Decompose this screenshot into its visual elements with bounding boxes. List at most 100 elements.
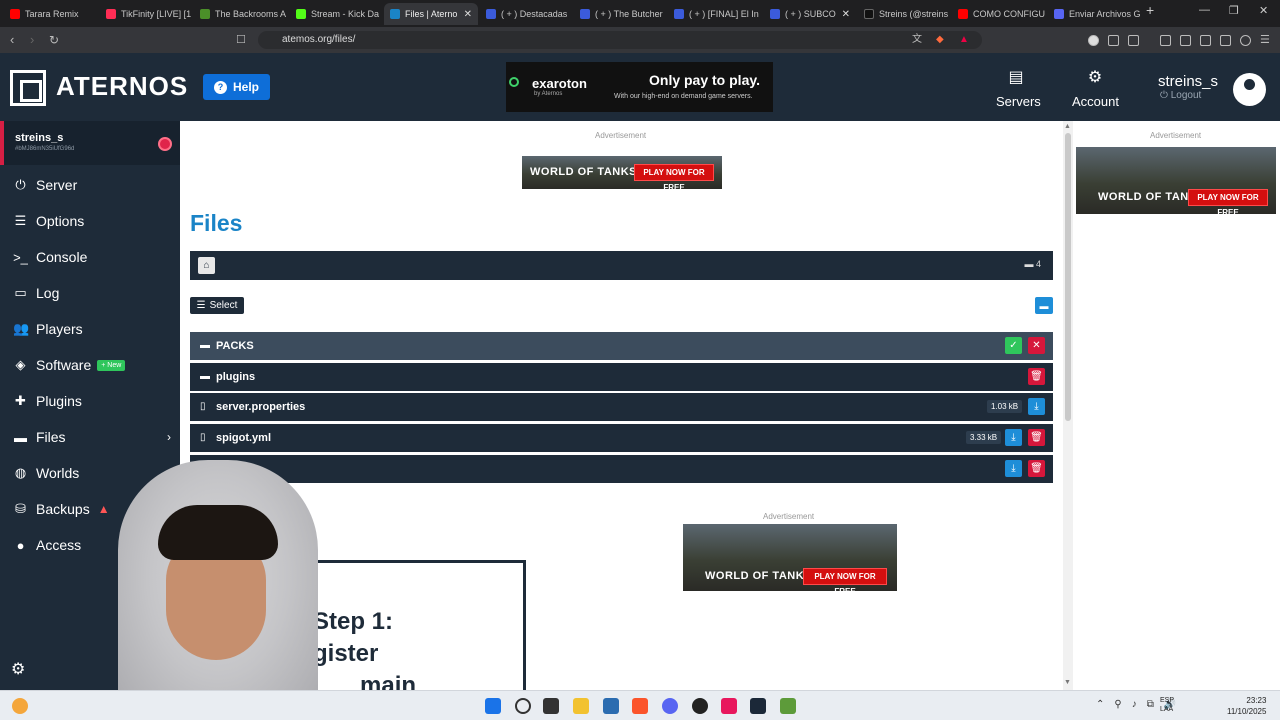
server-header[interactable]: streins_s #bMJ86mN35iUfG96d bbox=[0, 121, 180, 165]
avatar[interactable] bbox=[1233, 73, 1266, 106]
browser-tab[interactable]: Enviar Archivos G bbox=[1048, 3, 1140, 25]
sidebar-item-console[interactable]: >_ Console bbox=[0, 239, 180, 275]
language-indicator[interactable]: ESP LAA bbox=[1160, 696, 1174, 714]
browser-tab[interactable]: ( + ) [FINAL] El In bbox=[668, 3, 760, 25]
search-icon[interactable] bbox=[515, 698, 531, 714]
wot-logo: WORLD OF TANKS bbox=[705, 570, 813, 582]
world-of-tanks-ad[interactable]: WORLD OF TANKS PLAY NOW FOR FREE bbox=[522, 156, 722, 189]
menu-icon[interactable]: ☰ bbox=[1260, 32, 1270, 48]
servers-nav[interactable]: ▤ Servers bbox=[996, 68, 1041, 109]
vpn-icon[interactable] bbox=[1240, 35, 1251, 46]
file-name[interactable]: plugins bbox=[216, 371, 255, 383]
gear-icon[interactable]: ⚙ bbox=[11, 659, 25, 679]
extension-icon[interactable] bbox=[1128, 35, 1139, 46]
store-icon[interactable] bbox=[603, 698, 619, 714]
obs-icon[interactable] bbox=[692, 698, 708, 714]
sidebar-item-plugins[interactable]: ✚ Plugins bbox=[0, 383, 180, 419]
new-folder-button[interactable]: ▬ bbox=[1035, 297, 1053, 314]
sidebar-item-server[interactable]: ⏻ Server bbox=[0, 167, 180, 203]
browser-tab[interactable]: Streins (@streins bbox=[858, 3, 950, 25]
exaroton-banner-ad[interactable]: exaroton by Aternos Only pay to play. Wit… bbox=[506, 62, 773, 112]
site-icon bbox=[580, 9, 590, 19]
browser-tab[interactable]: Tarara Remix bbox=[4, 3, 100, 25]
restore-button[interactable]: ❐ bbox=[1229, 4, 1239, 17]
browser-tab-active[interactable]: Files | Aterno ✕ bbox=[384, 3, 478, 25]
scroll-up-icon[interactable]: ▲ bbox=[1064, 123, 1071, 130]
brave-icon[interactable] bbox=[632, 698, 648, 714]
world-of-tanks-ad[interactable]: WORLD OF TANKS PLAY NOW FOR FREE bbox=[683, 524, 897, 591]
file-row-spigot-yml[interactable]: ▯ spigot.yml 3.33 kB ⤓ 🗑 bbox=[190, 424, 1053, 452]
sidebar-item-players[interactable]: 👥 Players bbox=[0, 311, 180, 347]
site-header: ATERNOS ? Help exaroton by Aternos Only pa… bbox=[0, 53, 1280, 121]
server-name: streins_s bbox=[15, 132, 64, 144]
discord-icon[interactable] bbox=[662, 698, 678, 714]
file-row-packs[interactable]: ▬ PACKS ✓ ✕ bbox=[190, 332, 1053, 360]
brave-shield-icon[interactable]: ◆ bbox=[936, 32, 944, 48]
browser-tab[interactable]: ( + ) Destacadas bbox=[480, 3, 572, 25]
download-button[interactable]: ⤓ bbox=[1005, 429, 1022, 446]
browser-tab[interactable]: ( + ) SUBCO ✕ bbox=[764, 3, 856, 25]
sidebar-item-options[interactable]: ☰ Options bbox=[0, 203, 180, 239]
forward-button[interactable]: › bbox=[30, 32, 34, 48]
site-icon bbox=[674, 9, 684, 19]
brave-rewards-icon[interactable]: ▲ bbox=[959, 32, 969, 48]
file-explorer-icon[interactable] bbox=[573, 698, 589, 714]
close-tab-icon[interactable]: ✕ bbox=[842, 9, 850, 20]
sidebar-item-log[interactable]: ▭ Log bbox=[0, 275, 180, 311]
select-button[interactable]: ☰ Select bbox=[190, 297, 244, 314]
browser-tab[interactable]: The Backrooms A bbox=[194, 3, 286, 25]
tiktok-studio-icon[interactable] bbox=[721, 698, 737, 714]
scroll-down-icon[interactable]: ▼ bbox=[1064, 679, 1071, 686]
logout-link[interactable]: ⏻ Logout bbox=[1160, 90, 1201, 101]
sidebar-item-software[interactable]: ◈ Software + New bbox=[0, 347, 180, 383]
back-button[interactable]: ‹ bbox=[10, 32, 14, 48]
aternos-logo-icon[interactable] bbox=[10, 70, 46, 106]
confirm-rename-button[interactable]: ✓ bbox=[1005, 337, 1022, 354]
url-field[interactable]: atemos.org/files/ bbox=[258, 31, 982, 49]
file-name[interactable]: PACKS bbox=[216, 340, 254, 352]
page-scrollbar[interactable]: ▲ ▼ bbox=[1063, 121, 1073, 690]
world-of-tanks-ad[interactable]: WORLD OF TANKS PLAY NOW FOR FREE bbox=[1076, 147, 1276, 214]
delete-button[interactable]: 🗑 bbox=[1028, 460, 1045, 477]
file-row-server-properties[interactable]: ▯ server.properties 1.03 kB ⤓ bbox=[190, 393, 1053, 421]
home-icon[interactable]: ⌂ bbox=[198, 257, 215, 274]
download-button[interactable]: ⤓ bbox=[1005, 460, 1022, 477]
extension-icon[interactable] bbox=[1088, 35, 1099, 46]
account-nav[interactable]: ⚙ Account bbox=[1072, 68, 1119, 109]
file-name[interactable]: server.properties bbox=[216, 401, 305, 413]
file-row-world[interactable]: ld ⤓ 🗑 bbox=[190, 455, 1053, 483]
cancel-rename-button[interactable]: ✕ bbox=[1028, 337, 1045, 354]
steam-icon[interactable] bbox=[750, 698, 766, 714]
bookmark-icon[interactable]: ☐ bbox=[236, 32, 246, 48]
file-row-plugins[interactable]: ▬ plugins 🗑 bbox=[190, 363, 1053, 391]
download-button[interactable]: ⤓ bbox=[1028, 398, 1045, 415]
browser-tab[interactable]: Stream - Kick Da bbox=[290, 3, 382, 25]
browser-tab[interactable]: COMO CONFIGU bbox=[952, 3, 1046, 25]
browser-tab[interactable]: ( + ) The Butcher bbox=[574, 3, 666, 25]
delete-button[interactable]: 🗑 bbox=[1028, 429, 1045, 446]
clock[interactable]: 23:23 11/10/2025 bbox=[1227, 695, 1266, 717]
start-icon[interactable] bbox=[485, 698, 501, 714]
task-view-icon[interactable] bbox=[543, 698, 559, 714]
close-tab-icon[interactable]: ✕ bbox=[464, 9, 472, 20]
scroll-thumb[interactable] bbox=[1065, 133, 1071, 421]
minimize-button[interactable]: — bbox=[1199, 4, 1210, 16]
puzzle-icon[interactable] bbox=[1108, 35, 1119, 46]
browser-tab-bar: Tarara Remix TikFinity [LIVE] [1 The Bac… bbox=[0, 0, 1280, 27]
minecraft-icon[interactable] bbox=[780, 698, 796, 714]
leo-icon[interactable] bbox=[1220, 35, 1231, 46]
browser-tab[interactable]: TikFinity [LIVE] [1 bbox=[100, 3, 192, 25]
site-logo-text[interactable]: ATERNOS bbox=[56, 71, 188, 102]
delete-button[interactable]: 🗑 bbox=[1028, 368, 1045, 385]
translate-icon[interactable]: 文 bbox=[912, 32, 922, 48]
wallet-icon[interactable] bbox=[1200, 35, 1211, 46]
sidebar-item-files[interactable]: ▬ Files › bbox=[0, 419, 180, 455]
weather-icon[interactable] bbox=[12, 698, 28, 714]
help-button[interactable]: ? Help bbox=[203, 74, 270, 100]
media-icon[interactable] bbox=[1160, 35, 1171, 46]
file-name[interactable]: spigot.yml bbox=[216, 432, 271, 444]
sidebar-icon[interactable] bbox=[1180, 35, 1191, 46]
reload-button[interactable]: ↻ bbox=[49, 32, 59, 48]
close-window-button[interactable]: ✕ bbox=[1259, 4, 1268, 17]
new-tab-button[interactable]: + bbox=[1146, 2, 1154, 18]
